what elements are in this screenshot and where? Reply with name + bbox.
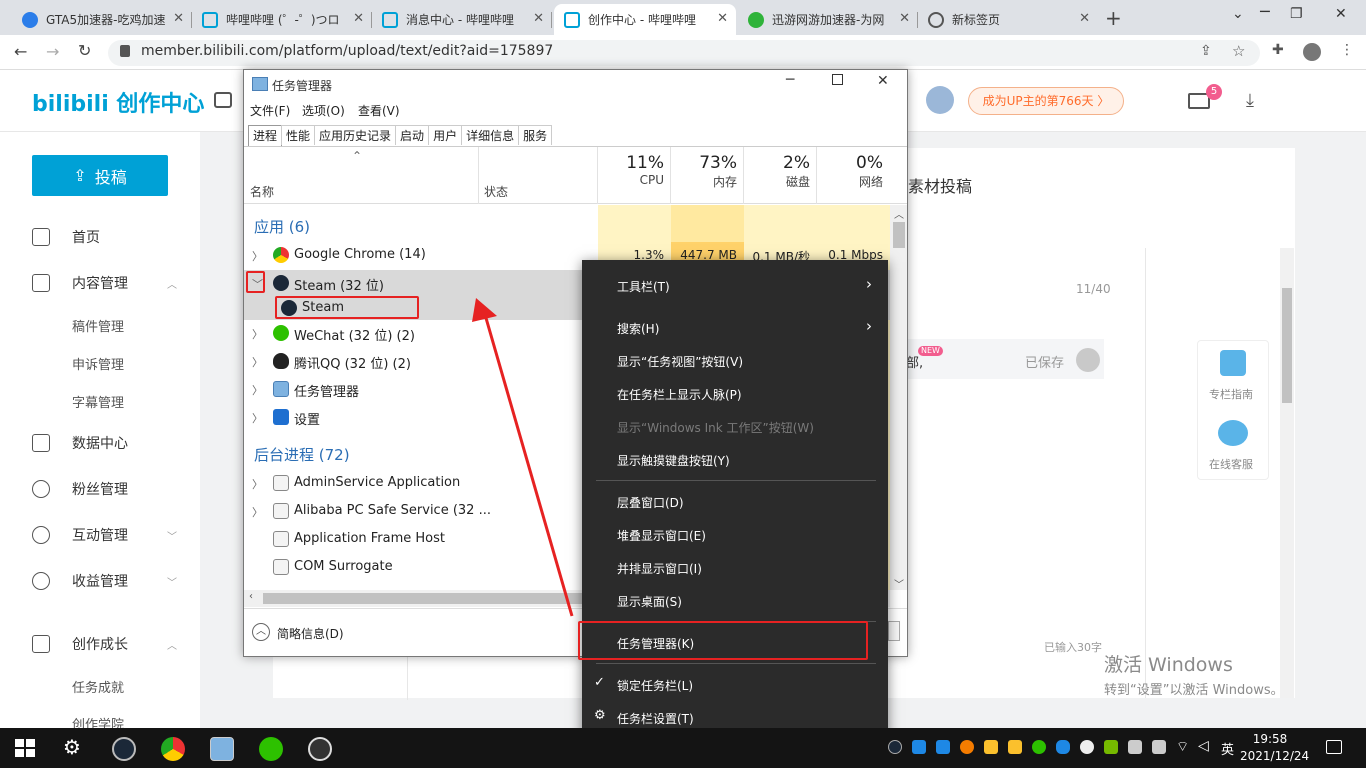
settings-gear-icon[interactable]: ⚙: [63, 735, 81, 759]
activation-title: 激活 Windows: [1104, 654, 1233, 676]
chrome-icon[interactable]: [161, 737, 185, 761]
task-manager-icon[interactable]: [210, 737, 234, 761]
tray-app-icon[interactable]: [936, 740, 950, 754]
tray-app-icon[interactable]: [1128, 740, 1142, 754]
nvidia-icon[interactable]: [1104, 740, 1118, 754]
wechat-tray-icon[interactable]: [1032, 740, 1046, 754]
wechat-icon[interactable]: [259, 737, 283, 761]
wifi-icon[interactable]: ⌔: [1176, 738, 1189, 756]
activation-subtitle: 转到“设置”以激活 Windows。: [1104, 683, 1284, 698]
clock-date: 2021/12/24: [1240, 749, 1310, 763]
qq-icon[interactable]: [308, 737, 332, 761]
volume-icon[interactable]: ◁: [1198, 738, 1209, 754]
steam-tray-icon[interactable]: [888, 740, 902, 754]
tray-app-icon[interactable]: [1152, 740, 1166, 754]
ime-indicator[interactable]: 英: [1221, 739, 1234, 758]
tray-app-icon[interactable]: [984, 740, 998, 754]
search-tray-icon[interactable]: [960, 740, 974, 754]
tray-app-icon[interactable]: [912, 740, 926, 754]
qq-tray-icon[interactable]: [1080, 740, 1094, 754]
tray-app-icon[interactable]: [1008, 740, 1022, 754]
steam-icon[interactable]: [112, 737, 136, 761]
clock-time: 19:58: [1252, 732, 1288, 746]
activation-watermark: 激活 Windows 转到“设置”以激活 Windows。: [1104, 650, 1284, 698]
windows-start-icon[interactable]: [15, 739, 35, 757]
bluetooth-icon[interactable]: [1056, 740, 1070, 754]
clock[interactable]: 19:58 2021/12/24: [1240, 731, 1310, 765]
notification-icon[interactable]: [1326, 740, 1342, 754]
